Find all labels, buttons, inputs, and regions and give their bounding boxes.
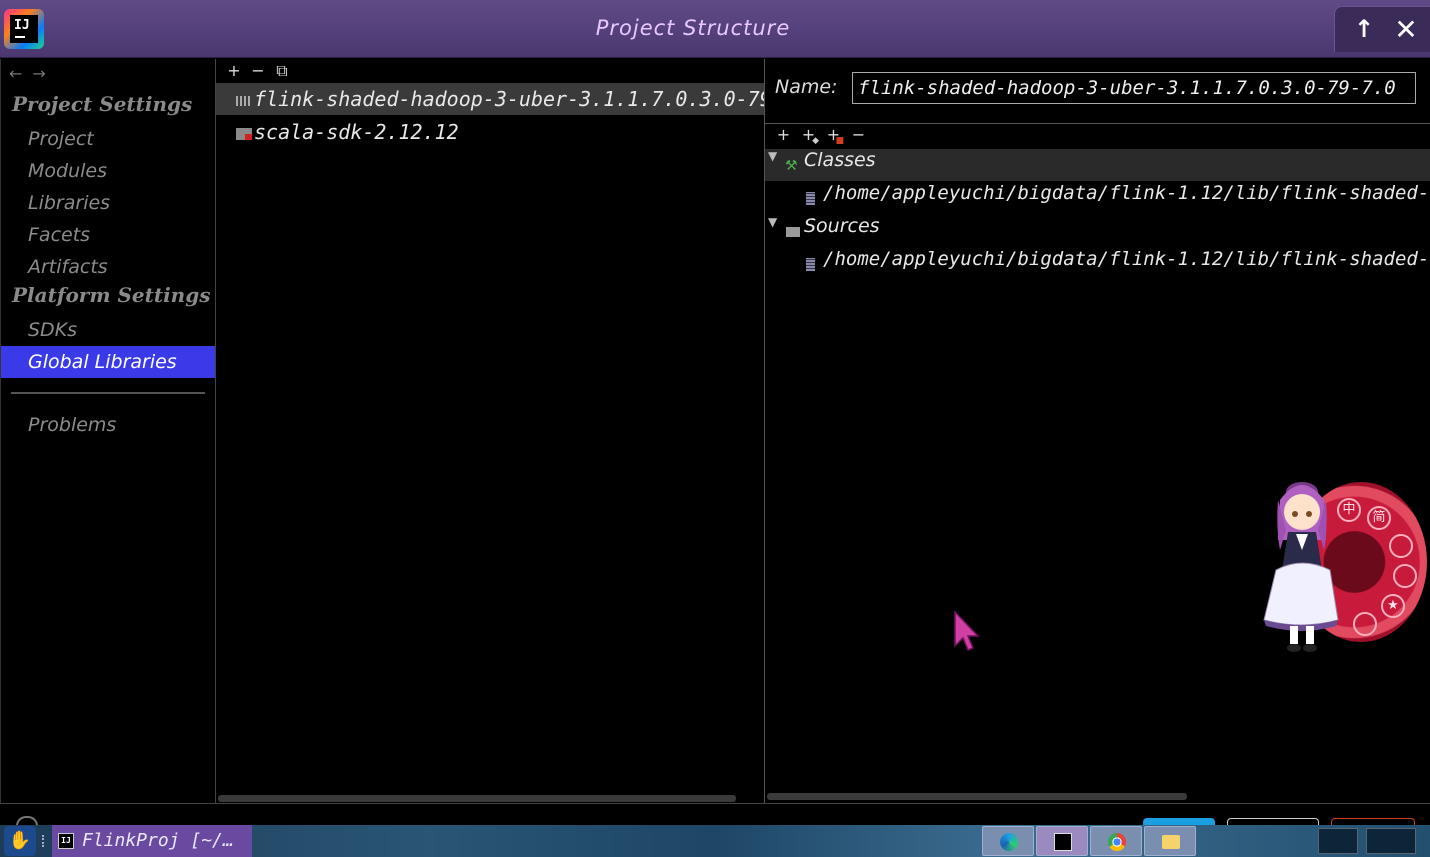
library-item[interactable]: scala-sdk-2.12.12 (216, 116, 765, 148)
fullwidth-icon[interactable] (1393, 564, 1417, 588)
taskbar-window-item[interactable]: IJ FlinkProj [~/… (52, 825, 252, 857)
close-icon[interactable]: ✕ (1391, 13, 1421, 43)
folder-icon[interactable] (1144, 826, 1196, 856)
jar-library-icon (236, 96, 252, 106)
window-controls: ↑ ✕ (1334, 6, 1430, 52)
copy-library-icon[interactable]: ⧉ (270, 61, 294, 81)
nav-item-artifacts[interactable]: Artifacts (1, 251, 215, 283)
star-icon[interactable]: ★ (1381, 594, 1405, 618)
taskbar: ✋ IJ FlinkProj [~/… (0, 825, 1430, 857)
add-root-icon[interactable]: + (771, 125, 796, 144)
folder-icon (786, 227, 800, 237)
maximize-arrow-icon[interactable]: ↑ (1351, 15, 1377, 43)
taskbar-handle-icon (42, 835, 48, 847)
library-detail-panel: Name: flink-shaded-hadoop-3-uber-3.1.1.7… (765, 59, 1430, 803)
library-item-label: scala-sdk-2.12.12 (254, 120, 459, 144)
remove-library-icon[interactable]: − (246, 61, 270, 80)
back-arrow-icon[interactable]: ← (9, 64, 22, 83)
add-library-icon[interactable]: + (222, 61, 246, 80)
library-list-panel: +−⧉ flink-shaded-hadoop-3-uber-3.1.1.7.0… (216, 59, 765, 803)
window-title: Project Structure (0, 16, 1386, 40)
expand-arrow-icon[interactable]: ▼ (768, 149, 777, 163)
scala-sdk-icon (236, 128, 252, 140)
library-item[interactable]: flink-shaded-hadoop-3-uber-3.1.1.7.0.3.0… (216, 83, 765, 115)
attach-sources-icon[interactable]: +■ (821, 125, 846, 144)
nav-item-problems[interactable]: Problems (1, 409, 215, 441)
simplified-icon[interactable]: 简 (1367, 506, 1391, 530)
project-settings-header: Project Settings (12, 92, 192, 116)
remove-root-icon[interactable]: − (846, 125, 871, 144)
nav-item-sdks[interactable]: SDKs (1, 314, 215, 346)
classes-node[interactable]: ▼ ⚒ Classes (765, 149, 1430, 181)
nav-divider (11, 392, 205, 394)
horizontal-scrollbar[interactable] (218, 795, 736, 802)
sources-path: /home/appleyuchi/bigdata/flink-1.12/lib/… (823, 248, 1430, 270)
jar-file-icon (806, 192, 815, 205)
roots-toolbar: ++◆+■− (771, 125, 871, 147)
taskbar-window-label: FlinkProj [~/… (82, 830, 234, 851)
dialog-button-bar (0, 803, 1430, 825)
mouse-cursor-icon (952, 610, 980, 652)
forward-arrow-icon[interactable]: → (32, 64, 45, 83)
attach-classes-icon[interactable]: +◆ (796, 125, 821, 144)
classes-icon: ⚒ (785, 158, 798, 174)
classes-path: /home/appleyuchi/bigdata/flink-1.12/lib/… (823, 182, 1430, 204)
nav-item-libraries[interactable]: Libraries (1, 187, 215, 219)
divider (765, 123, 1430, 124)
jar-file-icon (806, 258, 815, 271)
sources-path-row[interactable]: /home/appleyuchi/bigdata/flink-1.12/lib/… (765, 248, 1430, 280)
library-item-label: flink-shaded-hadoop-3-uber-3.1.1.7.0.3.0… (254, 87, 765, 111)
start-icon[interactable]: ✋ (4, 826, 36, 856)
classes-path-row[interactable]: /home/appleyuchi/bigdata/flink-1.12/lib/… (765, 182, 1430, 214)
nav-item-project[interactable]: Project (1, 123, 215, 155)
intellij-icon[interactable] (1036, 826, 1088, 856)
name-label: Name: (775, 76, 837, 98)
intellij-small-icon: IJ (58, 833, 74, 849)
sources-node[interactable]: ▼ Sources (765, 215, 1430, 247)
terminal-icon[interactable] (1318, 828, 1358, 854)
expand-arrow-icon[interactable]: ▼ (768, 215, 777, 229)
soft-keyboard-icon[interactable] (1353, 612, 1377, 636)
nav-item-global-libraries[interactable]: Global Libraries (1, 346, 215, 378)
settings-nav-panel: ←→ Project Settings Project Modules Libr… (0, 59, 216, 803)
library-name-input[interactable]: flink-shaded-hadoop-3-uber-3.1.1.7.0.3.0… (852, 72, 1416, 104)
sources-label: Sources (804, 215, 880, 237)
mascot-character-icon (1250, 470, 1350, 655)
edge-icon[interactable] (982, 826, 1034, 856)
platform-settings-header: Platform Settings (12, 283, 210, 307)
nav-item-facets[interactable]: Facets (1, 219, 215, 251)
title-bar[interactable]: IJ Project Structure ↑ ✕ (0, 0, 1430, 58)
classes-label: Classes (804, 149, 876, 171)
input-method-mascot-widget[interactable]: 中 简 ★ (1250, 470, 1430, 655)
nav-item-modules[interactable]: Modules (1, 155, 215, 187)
library-toolbar: +−⧉ (222, 61, 294, 83)
nav-history: ←→ (9, 64, 56, 83)
horizontal-scrollbar[interactable] (767, 793, 1187, 800)
punctuation-icon[interactable] (1389, 534, 1413, 558)
chrome-icon[interactable] (1090, 826, 1142, 856)
keyboard-icon[interactable] (1366, 828, 1416, 854)
